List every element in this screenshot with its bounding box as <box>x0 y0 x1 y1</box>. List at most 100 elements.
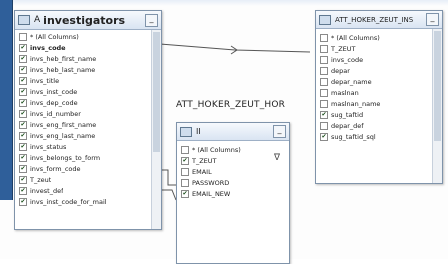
checkbox-checked[interactable]: ✔ <box>19 153 27 162</box>
table-icon <box>180 126 192 137</box>
column-row[interactable]: ✔ invs_code <box>15 42 161 53</box>
column-label: depar <box>331 66 350 75</box>
column-row[interactable]: ✔ T_ZEUT <box>177 155 289 166</box>
column-row[interactable]: ✔ invs_title <box>15 75 161 86</box>
column-row[interactable]: ✔ invs_eng_first_name <box>15 119 161 130</box>
column-label: invest_def <box>30 186 64 195</box>
checkbox-unchecked[interactable] <box>320 55 328 64</box>
column-list: * (All Columns) T_ZEUT invs_code depar depar… <box>316 29 442 142</box>
scrollbar[interactable] <box>151 30 161 229</box>
table-att-hoker-zeut-ins[interactable]: ATT_HOKER_ZEUT_INS _ * (All Columns) T_ZE… <box>315 10 443 184</box>
scroll-thumb[interactable] <box>434 31 441 141</box>
column-label: invs_status <box>30 142 67 151</box>
column-row[interactable]: ✔ invest_def <box>15 185 161 196</box>
column-label: invs_id_number <box>30 109 81 118</box>
checkbox-unchecked[interactable] <box>181 167 189 176</box>
filter-icon: ∇ <box>274 153 281 163</box>
column-row[interactable]: ✔ sug_taftid <box>316 109 442 120</box>
column-label: invs_heb_last_name <box>30 65 96 74</box>
table-att-hoker-zeut-hor[interactable]: II _ * (All Columns) ✔ T_ZEUT EMAIL PASSWORD… <box>176 122 290 264</box>
column-row[interactable]: depar_name <box>316 76 442 87</box>
column-row[interactable]: maslnan_name <box>316 98 442 109</box>
column-label: depar_def <box>331 121 364 130</box>
checkbox-checked[interactable]: ✔ <box>19 87 27 96</box>
column-row[interactable]: invs_code <box>316 54 442 65</box>
checkbox-unchecked[interactable] <box>320 44 328 53</box>
column-row[interactable]: ✔ invs_id_number <box>15 108 161 119</box>
column-row[interactable]: ✔ invs_form_code <box>15 163 161 174</box>
checkbox-checked[interactable]: ✔ <box>19 54 27 63</box>
column-label: T_ZEUT <box>192 156 217 165</box>
checkbox-checked[interactable]: ✔ <box>181 156 189 165</box>
column-label: T_ZEUT <box>331 44 356 53</box>
column-row[interactable]: ✔ invs_dep_code <box>15 97 161 108</box>
column-label: invs_eng_first_name <box>30 120 97 129</box>
column-row[interactable]: ✔ invs_status <box>15 141 161 152</box>
join-line-investigators-hor-2 <box>160 189 177 201</box>
column-row[interactable]: ✔ invs_eng_last_name <box>15 130 161 141</box>
checkbox-checked[interactable]: ✔ <box>320 110 328 119</box>
checkbox-unchecked[interactable] <box>181 145 189 154</box>
column-row[interactable]: ✔ invs_inst_code <box>15 86 161 97</box>
column-label: EMAIL <box>192 167 212 176</box>
column-row[interactable]: ✔ invs_heb_first_name <box>15 53 161 64</box>
checkbox-checked[interactable]: ✔ <box>19 142 27 151</box>
column-row[interactable]: ✔ sug_taftid_sql <box>316 131 442 142</box>
checkbox-checked[interactable]: ✔ <box>320 132 328 141</box>
checkbox-unchecked[interactable] <box>320 66 328 75</box>
scrollbar[interactable] <box>432 29 442 183</box>
column-row[interactable]: PASSWORD <box>177 177 289 188</box>
column-row[interactable]: maslnan <box>316 87 442 98</box>
column-label: invs_title <box>30 76 60 85</box>
minimize-button[interactable]: _ <box>273 125 286 138</box>
checkbox-checked[interactable]: ✔ <box>19 120 27 129</box>
checkbox-unchecked[interactable] <box>320 88 328 97</box>
minimize-button[interactable]: _ <box>145 13 158 27</box>
column-row[interactable]: * (All Columns) <box>177 144 289 155</box>
column-row[interactable]: ✔ invs_inst_code_for_mail <box>15 196 161 207</box>
checkbox-checked[interactable]: ✔ <box>19 98 27 107</box>
checkbox-checked[interactable]: ✔ <box>19 65 27 74</box>
column-label: invs_inst_code_for_mail <box>30 197 107 206</box>
table-investigators[interactable]: A investigators _ * (All Columns) ✔ invs_c… <box>14 10 162 230</box>
column-list: * (All Columns) ✔ T_ZEUT EMAIL PASSWORD ✔ EMAI… <box>177 141 289 199</box>
table-title: ATT_HOKER_ZEUT_INS <box>335 15 414 24</box>
checkbox-unchecked[interactable] <box>181 178 189 187</box>
checkbox-checked[interactable]: ✔ <box>19 109 27 118</box>
column-row[interactable]: * (All Columns) <box>15 31 161 42</box>
checkbox-unchecked[interactable] <box>320 121 328 130</box>
table-title-bar[interactable]: II _ <box>177 123 289 141</box>
checkbox-checked[interactable]: ✔ <box>181 189 189 198</box>
column-row[interactable]: T_ZEUT <box>316 43 442 54</box>
checkbox-unchecked[interactable] <box>320 33 328 42</box>
scroll-thumb[interactable] <box>153 32 160 152</box>
checkbox-checked[interactable]: ✔ <box>19 43 27 52</box>
checkbox-checked[interactable]: ✔ <box>19 197 27 206</box>
checkbox-checked[interactable]: ✔ <box>19 175 27 184</box>
checkbox-checked[interactable]: ✔ <box>19 186 27 195</box>
column-row[interactable]: ✔ invs_heb_last_name <box>15 64 161 75</box>
checkbox-checked[interactable]: ✔ <box>19 76 27 85</box>
table-title-bar[interactable]: ATT_HOKER_ZEUT_INS _ <box>316 11 442 29</box>
column-label: invs_dep_code <box>30 98 78 107</box>
table-title: investigators <box>43 13 126 27</box>
checkbox-unchecked[interactable] <box>320 77 328 86</box>
column-row[interactable]: depar_def <box>316 120 442 131</box>
table-icon <box>319 14 331 25</box>
checkbox-checked[interactable]: ✔ <box>19 131 27 140</box>
column-row[interactable]: * (All Columns) <box>316 32 442 43</box>
column-row[interactable]: depar <box>316 65 442 76</box>
column-row[interactable]: ✔ EMAIL_NEW <box>177 188 289 199</box>
column-label: * (All Columns) <box>192 145 241 154</box>
column-row[interactable]: ✔ T_zeut <box>15 174 161 185</box>
checkbox-checked[interactable]: ✔ <box>19 164 27 173</box>
column-label: invs_code <box>331 55 364 64</box>
table-title-bar[interactable]: A investigators _ <box>15 11 161 30</box>
checkbox-unchecked[interactable] <box>320 99 328 108</box>
query-designer-canvas[interactable]: A investigators _ * (All Columns) ✔ invs_c… <box>0 0 448 264</box>
column-row[interactable]: ✔ invs_belongs_to_form <box>15 152 161 163</box>
column-label: sug_taftid <box>331 110 364 119</box>
checkbox-unchecked[interactable] <box>19 32 27 41</box>
minimize-button[interactable]: _ <box>426 13 439 26</box>
column-row[interactable]: EMAIL <box>177 166 289 177</box>
